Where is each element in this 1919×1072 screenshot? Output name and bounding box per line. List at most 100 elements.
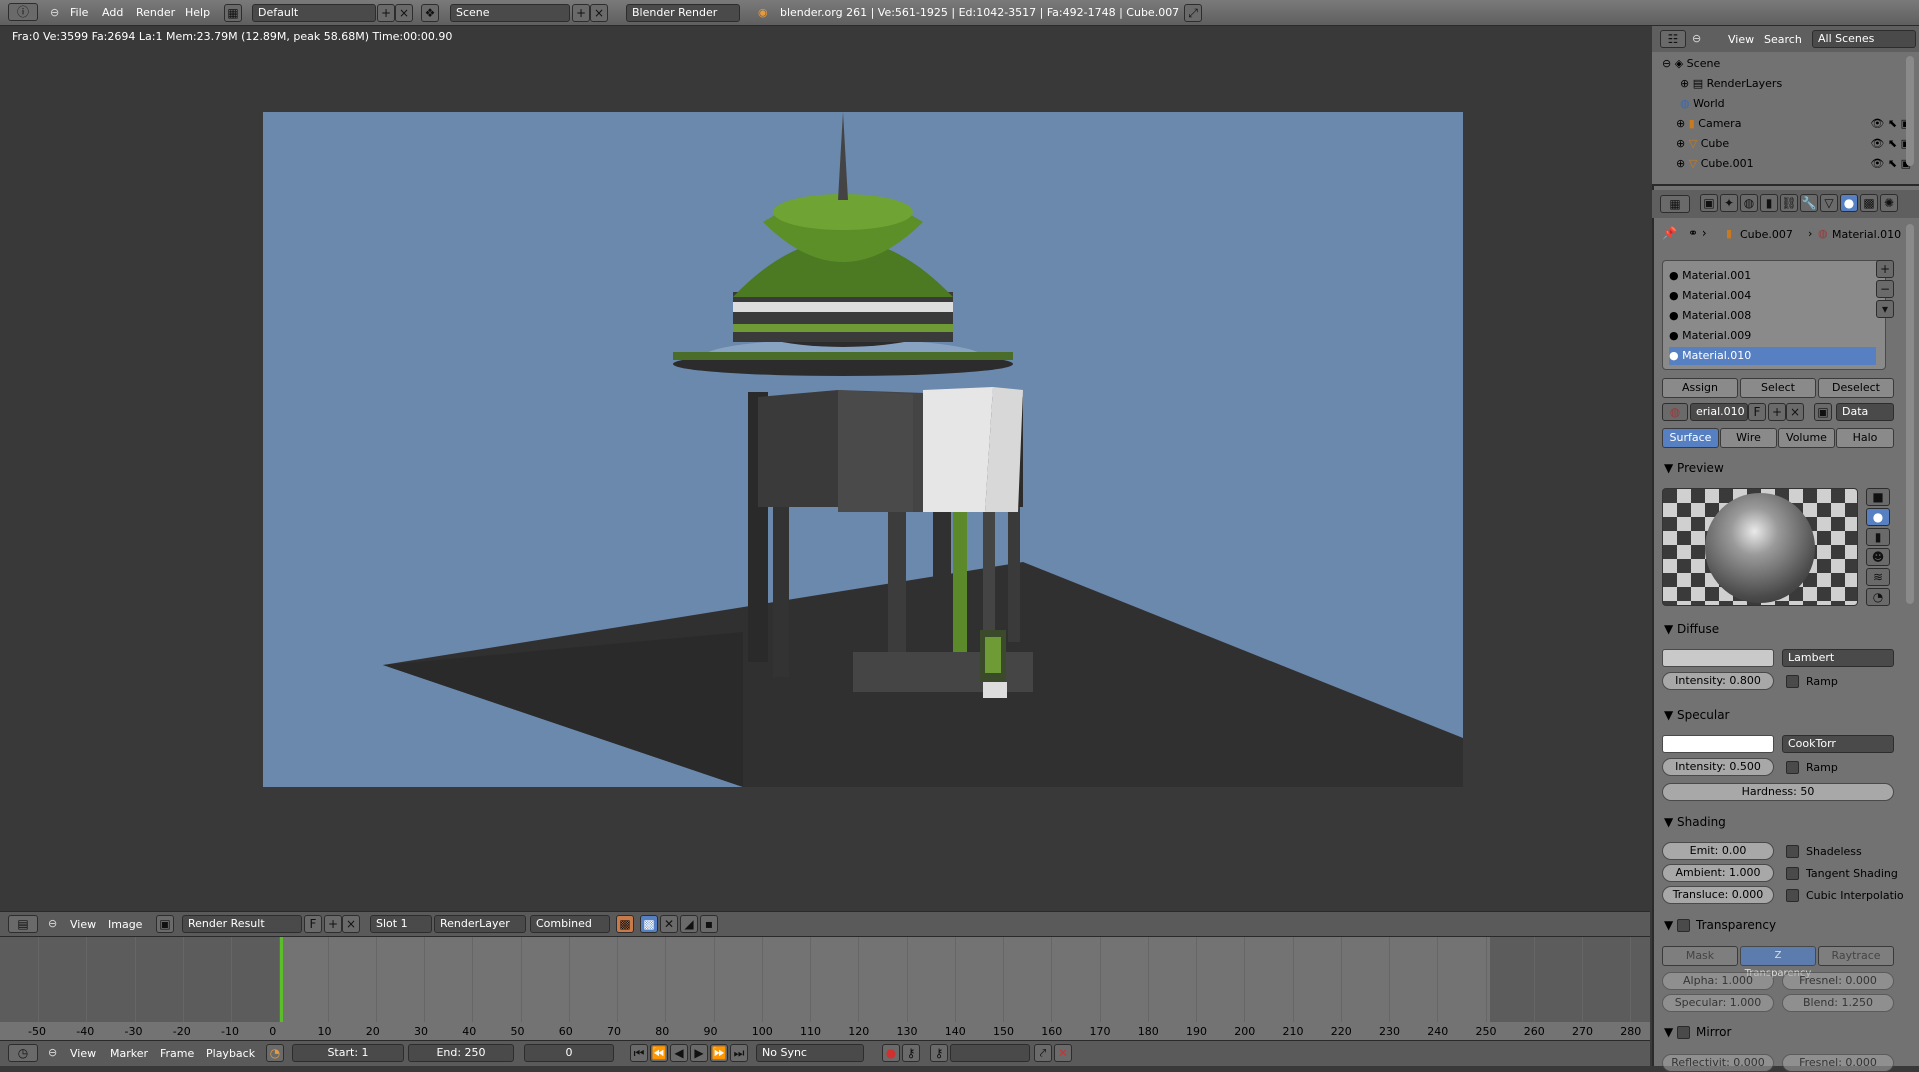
collapse-menu-icon-2[interactable]: ⊖ [48, 917, 57, 930]
specular-ramp-checkbox[interactable] [1786, 761, 1799, 774]
jump-end-icon[interactable]: ⏭ [730, 1044, 748, 1062]
unlink-image-icon[interactable]: × [342, 915, 360, 933]
preview-hair-icon[interactable]: ≋ [1866, 568, 1890, 586]
hardness-field[interactable]: Hardness: 50 [1662, 783, 1894, 801]
delete-key-icon[interactable]: ✕ [1054, 1044, 1072, 1062]
scene-field[interactable]: Scene [450, 4, 570, 22]
outliner-item-cube[interactable]: ⊕ ▽ Cube 👁 ⬉ ▣ [1676, 134, 1919, 154]
material-browse-icon[interactable]: ◍ [1662, 403, 1688, 421]
collapse-menu-icon-3[interactable]: ⊖ [48, 1046, 57, 1059]
properties-type-icon[interactable]: ▦ [1660, 195, 1690, 213]
transparency-enable-checkbox[interactable] [1677, 919, 1691, 932]
material-slot-item[interactable]: ● Material.001 [1669, 267, 1876, 285]
tab-wire[interactable]: Wire [1720, 428, 1777, 448]
current-frame-line[interactable] [280, 937, 283, 1022]
outliner-item-camera[interactable]: ⊕ ▮ Camera 👁 ⬉ ▣ [1676, 114, 1919, 134]
material-slot-item[interactable]: ● Material.004 [1669, 287, 1876, 305]
assign-button[interactable]: Assign [1662, 378, 1738, 398]
menu-marker[interactable]: Marker [110, 1047, 148, 1060]
fake-user-button[interactable]: F [304, 915, 322, 933]
slot-specials-icon[interactable]: ▾ [1876, 300, 1894, 318]
reflectivity-slider[interactable]: Reflectivit: 0.000 [1662, 1054, 1774, 1072]
properties-scrollbar[interactable] [1906, 224, 1914, 604]
outliner-scrollbar[interactable] [1906, 56, 1914, 166]
preview-monkey-icon[interactable]: ☻ [1866, 548, 1890, 566]
screen-layout-field[interactable]: Default [252, 4, 376, 22]
outliner-item-cube001[interactable]: ⊕ ▽ Cube.001 👁 ⬉ ▣ [1676, 154, 1919, 174]
draw-channels-icon[interactable]: ▩ [616, 915, 634, 933]
menu-view[interactable]: View [70, 918, 96, 931]
fullscreen-icon[interactable]: ⤢ [1184, 4, 1202, 22]
image-name-field[interactable]: Render Result [182, 915, 302, 933]
screen-layout-icon[interactable]: ▦ [224, 4, 242, 22]
info-editor-type-icon[interactable]: ⓘ [8, 3, 38, 21]
cubic-interpolation-checkbox[interactable] [1786, 889, 1799, 902]
outliner-search-menu[interactable]: Search [1764, 33, 1802, 46]
select-button[interactable]: Select [1740, 378, 1816, 398]
tab-volume[interactable]: Volume [1778, 428, 1835, 448]
outliner-filter-select[interactable]: All Scenes [1812, 30, 1916, 48]
pin-image-icon[interactable]: ▪ [700, 915, 718, 933]
end-frame-field[interactable]: End: 250 [408, 1044, 514, 1062]
new-material-icon[interactable]: + [1768, 403, 1786, 421]
object-context-icon[interactable]: ▮ [1760, 194, 1778, 212]
transparency-mask-tab[interactable]: Mask [1662, 946, 1738, 966]
specular-panel-header[interactable]: ▼ Specular [1664, 708, 1730, 722]
timeline-editor-type-icon[interactable]: ◷ [8, 1044, 38, 1062]
record-icon[interactable]: ● [882, 1044, 900, 1062]
tab-surface[interactable]: Surface [1662, 428, 1719, 448]
preview-sky-icon[interactable]: ◔ [1866, 588, 1890, 606]
constraints-context-icon[interactable]: ⛓ [1780, 194, 1798, 212]
link-to-icon[interactable]: ▣ [1814, 403, 1832, 421]
material-link-select[interactable]: Data [1836, 403, 1894, 421]
mirror-panel-header[interactable]: ▼ Mirror [1664, 1025, 1731, 1039]
deselect-button[interactable]: Deselect [1818, 378, 1894, 398]
world-context-icon[interactable]: ◍ [1740, 194, 1758, 212]
paint-icon[interactable]: ◢ [680, 915, 698, 933]
diffuse-shader-select[interactable]: Lambert [1782, 649, 1894, 667]
preview-panel-header[interactable]: ▼ Preview [1664, 461, 1724, 475]
outliner-item-scene[interactable]: ⊖ ◈ Scene [1660, 54, 1905, 74]
preview-sphere-icon[interactable]: ● [1866, 508, 1890, 526]
menu-view-tl[interactable]: View [70, 1047, 96, 1060]
zbuffer-icon[interactable]: ✕ [660, 915, 678, 933]
texture-context-icon[interactable]: ▩ [1860, 194, 1878, 212]
current-frame-field[interactable]: 0 [524, 1044, 614, 1062]
alpha-slider[interactable]: Alpha: 1.000 [1662, 972, 1774, 990]
specular-shader-select[interactable]: CookTorr [1782, 735, 1894, 753]
insert-key-icon[interactable]: ⤤ [1034, 1044, 1052, 1062]
remove-slot-icon[interactable]: − [1876, 280, 1894, 298]
outliner-view-menu[interactable]: View [1728, 33, 1754, 46]
collapse-menu-icon-4[interactable]: ⊖ [1692, 32, 1701, 45]
scene-context-icon[interactable]: ✦ [1720, 194, 1738, 212]
outliner-item-renderlayers[interactable]: ⊕ ▤ RenderLayers [1680, 74, 1919, 94]
pass-select[interactable]: Combined [530, 915, 610, 933]
specular-intensity-slider[interactable]: Intensity: 0.500 [1662, 758, 1774, 776]
diffuse-ramp-checkbox[interactable] [1786, 675, 1799, 688]
fresnel-field[interactable]: Fresnel: 0.000 [1782, 972, 1894, 990]
menu-render[interactable]: Render [136, 6, 175, 19]
tangent-shading-checkbox[interactable] [1786, 867, 1799, 880]
image-browse-icon[interactable]: ▣ [156, 915, 174, 933]
menu-file[interactable]: File [70, 6, 88, 19]
outliner-item-world[interactable]: ◍ World [1680, 94, 1919, 114]
shadeless-checkbox[interactable] [1786, 845, 1799, 858]
outliner-type-icon[interactable]: ☷ [1660, 30, 1686, 48]
remove-scene-icon[interactable]: × [590, 4, 608, 22]
modifiers-context-icon[interactable]: 🔧 [1800, 194, 1818, 212]
pin-icon[interactable]: 📌 [1662, 226, 1677, 240]
mirror-enable-checkbox[interactable] [1677, 1026, 1691, 1039]
add-layout-icon[interactable]: + [377, 4, 395, 22]
emit-field[interactable]: Emit: 0.00 [1662, 842, 1774, 860]
image-editor-type-icon[interactable]: ▤ [8, 915, 38, 933]
material-slot-item-selected[interactable]: ● Material.010 [1669, 347, 1876, 365]
menu-help[interactable]: Help [185, 6, 210, 19]
preview-flat-icon[interactable]: ■ [1866, 488, 1890, 506]
transparency-z-tab[interactable]: Z Transparency [1740, 946, 1816, 979]
play-reverse-icon[interactable]: ◀ [670, 1044, 688, 1062]
tab-halo[interactable]: Halo [1836, 428, 1894, 448]
render-layer-select[interactable]: RenderLayer [434, 915, 526, 933]
preview-range-icon[interactable]: ◔ [266, 1044, 284, 1062]
render-engine-select[interactable]: Blender Render [626, 4, 740, 22]
remove-layout-icon[interactable]: × [395, 4, 413, 22]
